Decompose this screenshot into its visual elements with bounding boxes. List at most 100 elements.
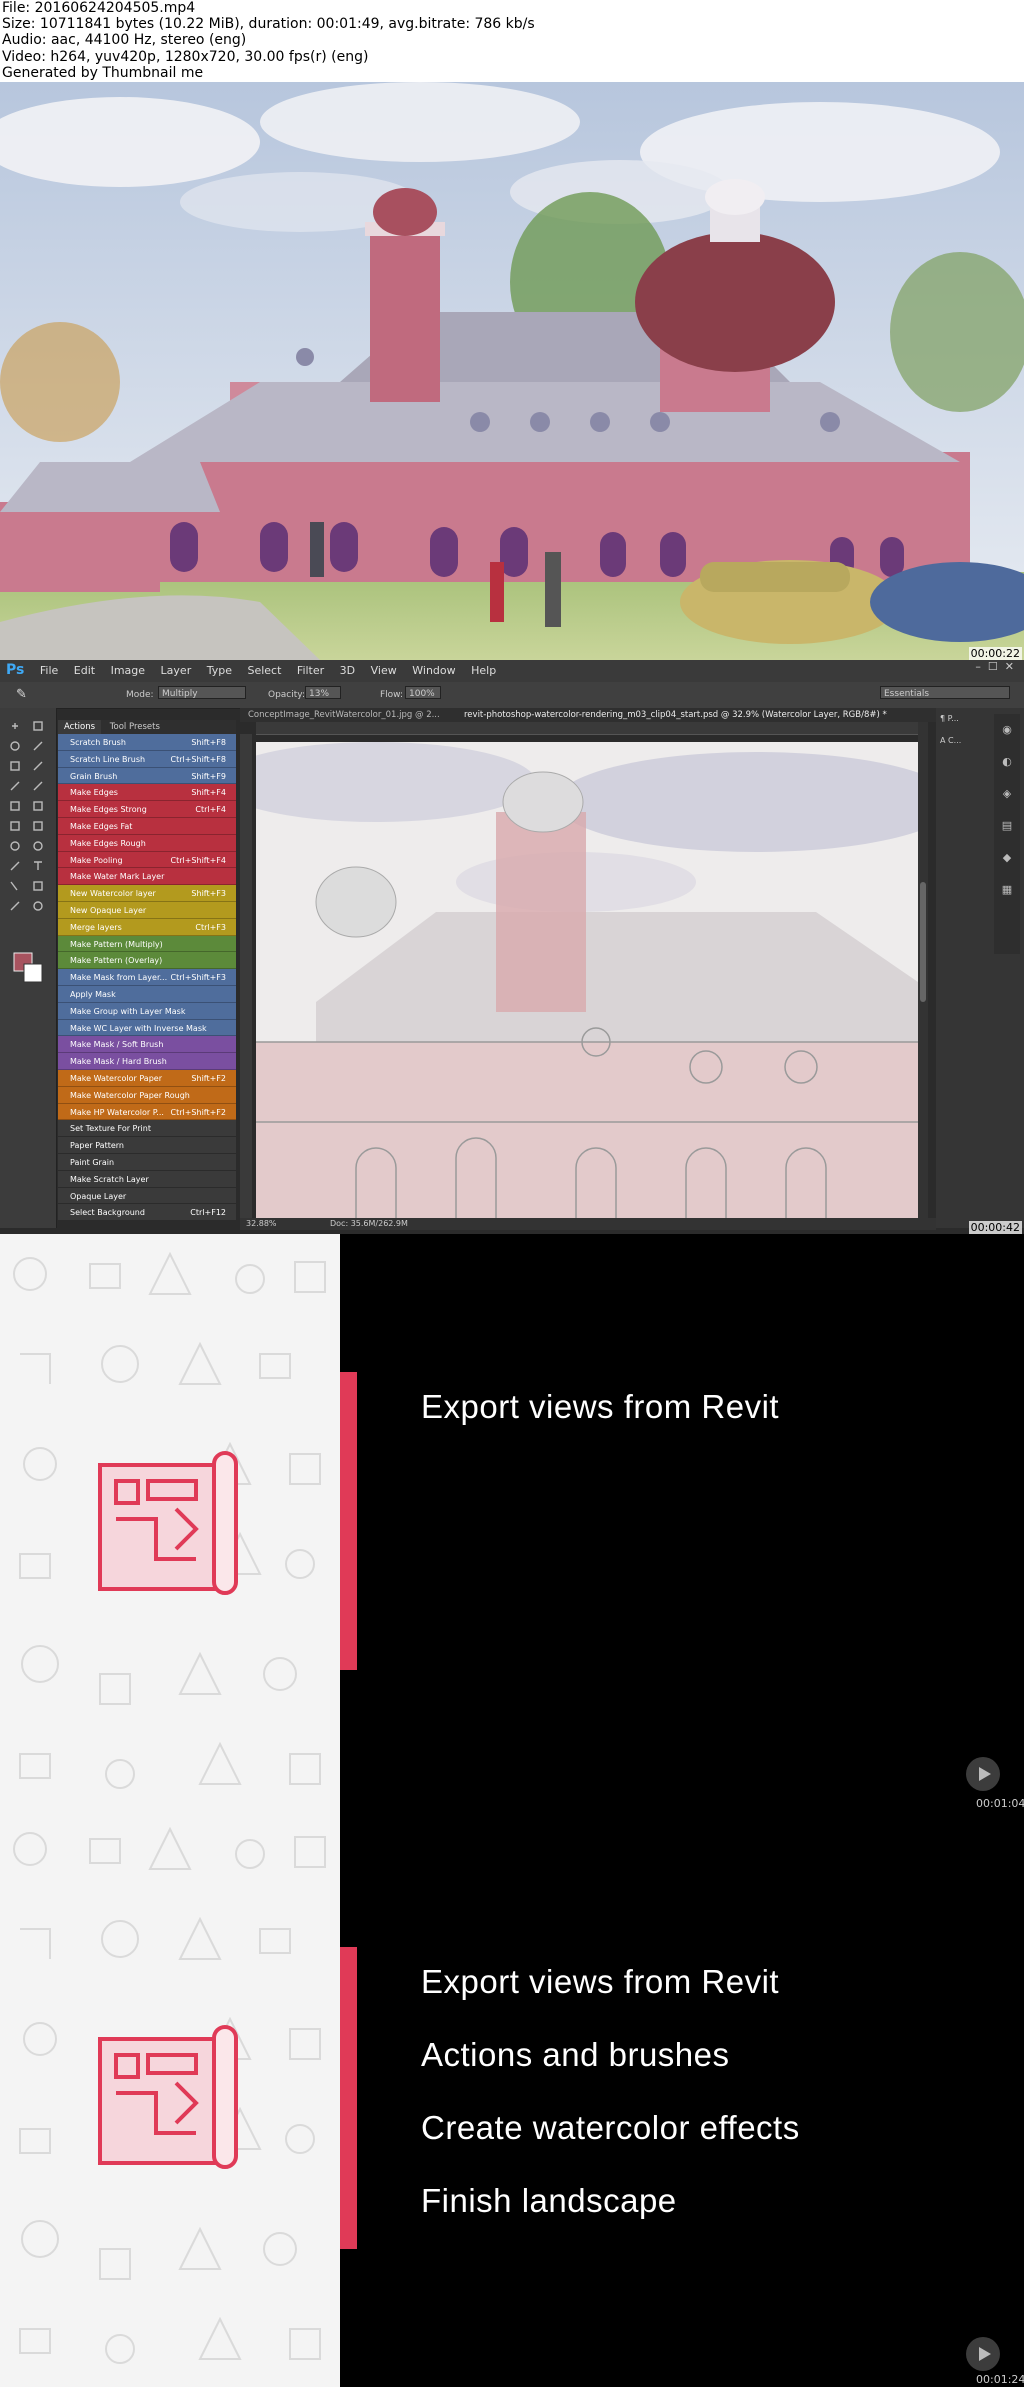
action-name: Grain Brush [70,771,118,781]
ps-toolbar [0,708,57,1228]
opacity-input[interactable]: 13% [305,686,341,699]
action-name: New Opaque Layer [70,905,147,915]
action-shortcut: Shift+F4 [191,788,226,798]
action-row[interactable]: Scratch Line Brush Ctrl+Shift+F8 [58,750,236,768]
blur-tool-icon [10,841,20,851]
menu-edit[interactable]: Edit [74,664,95,677]
action-row[interactable]: Make HP Watercolor P... Ctrl+Shift+F2 [58,1103,236,1121]
brush-tool-active-icon [33,781,43,791]
window-controls-icon[interactable]: – ☐ ✕ [975,660,1014,673]
action-row[interactable]: Make Scratch Layer [58,1170,236,1188]
zoom-level[interactable]: 32.88% [246,1219,277,1228]
action-name: Opaque Layer [70,1191,127,1201]
vertical-scrollbar[interactable] [918,722,928,1218]
document-canvas[interactable] [216,742,956,1218]
action-row[interactable]: Make Edges Strong Ctrl+F4 [58,801,236,818]
action-shortcut: Ctrl+F4 [195,805,226,815]
brush-tool-icon[interactable]: ✎ [16,687,27,702]
action-row[interactable]: Make Mask from Layer... Ctrl+Shift+F3 [58,969,236,986]
action-row[interactable]: Make Edges Fat [58,817,236,835]
action-row[interactable]: Scratch Brush Shift+F8 [58,734,236,751]
action-row[interactable]: Opaque Layer [58,1187,236,1205]
play-button[interactable] [966,1757,1000,1791]
menu-filter[interactable]: Filter [297,664,324,677]
menu-help[interactable]: Help [471,664,496,677]
action-row[interactable]: Make Mask / Hard Brush [58,1053,236,1070]
action-name: Merge layers [70,922,122,932]
video-info-header: File: 20160624204505.mp4 Size: 10711841 … [0,0,1024,81]
action-row[interactable]: Grain Brush Shift+F9 [58,767,236,785]
action-row[interactable]: New Watercolor layer Shift+F3 [58,885,236,902]
styles-icon[interactable]: ◈ [994,778,1020,810]
channels-icon[interactable]: ▦ [994,874,1020,906]
action-row[interactable]: Paint Grain [58,1153,236,1171]
menu-3d[interactable]: 3D [340,664,355,677]
character-icon: A [940,736,949,745]
action-row[interactable]: Make Mask / Soft Brush [58,1036,236,1054]
action-name: Make Pooling [70,855,123,865]
action-name: New Watercolor layer [70,889,156,899]
action-row[interactable]: Make Watercolor Paper Rough [58,1086,236,1104]
action-shortcut: Shift+F9 [191,771,226,781]
ps-options-bar: ✎ Mode: Multiply Opacity: 13% Flow: 100%… [0,682,1024,709]
action-row[interactable]: Make Pattern (Multiply) [58,935,236,953]
mode-select[interactable]: Multiply [158,686,246,699]
menu-window[interactable]: Window [412,664,455,677]
tab-actions[interactable]: Actions [58,720,102,734]
menu-select[interactable]: Select [247,664,281,677]
action-name: Make Pattern (Overlay) [70,956,163,966]
layers-panel-item[interactable]: ¶ P... [940,714,980,723]
tab-tool-presets[interactable]: Tool Presets [104,720,166,734]
menu-image[interactable]: Image [111,664,145,677]
action-row[interactable]: Make Group with Layer Mask [58,1002,236,1020]
menu-type[interactable]: Type [207,664,232,677]
action-row[interactable]: Make Edges Shift+F4 [58,784,236,802]
action-row[interactable]: Make Pattern (Overlay) [58,952,236,970]
bullet-item: Export views from Revit [421,1388,780,1425]
accent-bar [340,1947,357,2249]
frame-timestamp: 00:01:24 [976,2373,1024,2386]
doc-tab-1[interactable]: ConceptImage_RevitWatercolor_01.jpg @ 2.… [248,710,440,720]
color-panel-icon[interactable]: ◉ [994,714,1020,746]
crop-tool-icon [10,761,20,771]
play-button[interactable] [966,2337,1000,2371]
action-row[interactable]: Paper Pattern [58,1137,236,1154]
action-name: Make Mask / Hard Brush [70,1057,167,1067]
adjustments-icon[interactable]: ◐ [994,746,1020,778]
icon-pattern-background [0,1234,340,1809]
scrollbar-thumb[interactable] [920,882,926,1002]
lasso-tool-icon [10,741,20,751]
character-panel-item[interactable]: A C... [940,736,980,745]
action-name: Select Background [70,1208,145,1218]
quick-select-tool-icon [33,741,43,751]
action-row[interactable]: Make Water Mark Layer [58,868,236,886]
ps-right-panels: ¶ P... A C... ◉ ◐ ◈ ▤ ◆ ▦ [936,708,1024,1228]
action-row[interactable]: Set Texture For Print [58,1120,236,1138]
doc-tab-2[interactable]: revit-photoshop-watercolor-rendering_m03… [464,710,887,720]
action-name: Make Water Mark Layer [70,872,165,882]
action-row[interactable]: Select Background Ctrl+F12 [58,1204,236,1222]
action-row[interactable]: Make Edges Rough [58,834,236,852]
action-row[interactable]: New Opaque Layer [58,901,236,919]
workspace-select[interactable]: Essentials [880,686,1010,699]
properties-icon[interactable]: ▤ [994,810,1020,842]
action-row[interactable]: Make Pooling Ctrl+Shift+F4 [58,851,236,869]
shape-tool-icon [33,881,43,891]
menu-view[interactable]: View [371,664,397,677]
healing-tool-icon [10,781,20,791]
action-row[interactable]: Apply Mask [58,985,236,1003]
menu-layer[interactable]: Layer [161,664,192,677]
layers-icon[interactable]: ◆ [994,842,1020,874]
watercolor-building-image [0,82,1024,660]
action-row[interactable]: Make WC Layer with Inverse Mask [58,1019,236,1037]
frame-slide-2: Export views from Revit Actions and brus… [0,1809,1024,2387]
action-shortcut: Shift+F2 [191,1073,226,1083]
file-size: Size: 10711841 bytes (10.22 MiB), durati… [2,16,535,33]
action-row[interactable]: Merge layers Ctrl+F3 [58,918,236,936]
action-row[interactable]: Make Watercolor Paper Shift+F2 [58,1069,236,1087]
stamp-tool-icon [10,801,20,811]
action-shortcut: Ctrl+F12 [190,1208,226,1218]
dodge-tool-icon [33,841,43,851]
menu-file[interactable]: File [40,664,58,677]
flow-input[interactable]: 100% [405,686,441,699]
